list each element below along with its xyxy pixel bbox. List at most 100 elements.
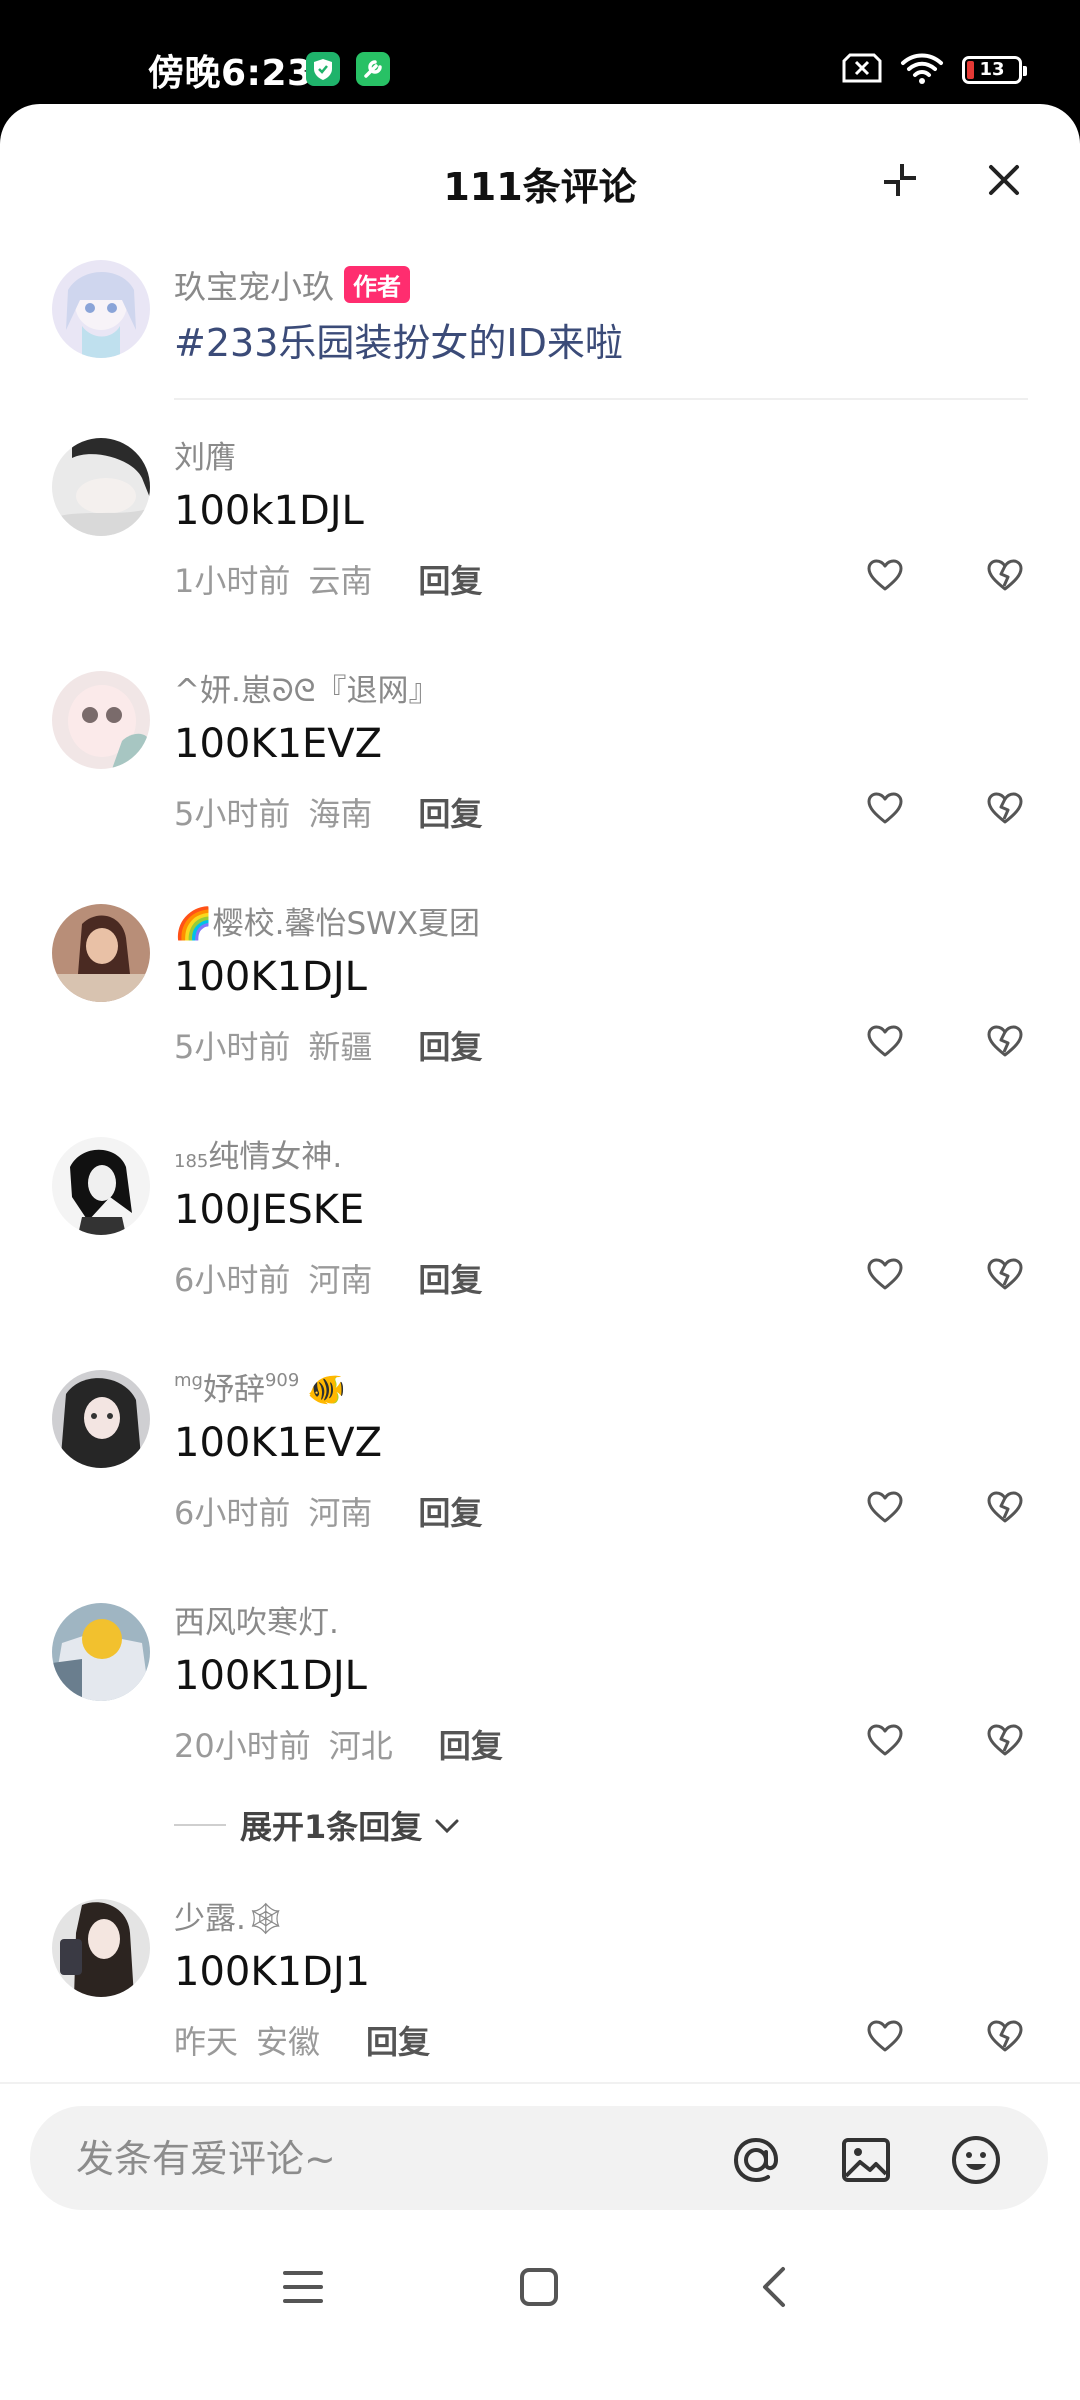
at-icon[interactable] xyxy=(728,2132,784,2188)
comment-location: 安徽 xyxy=(256,2023,321,2061)
reply-button[interactable]: 回复 xyxy=(418,1494,482,1532)
fish-emoji: 🐠 xyxy=(307,1372,346,1408)
comment-item[interactable]: 刘膺 100k1DJL 1小时前 云南 回复 xyxy=(52,438,1028,638)
expand-replies-button[interactable]: 展开1条回复 xyxy=(174,1800,462,1850)
comment-username[interactable]: 刘膺 xyxy=(174,432,236,477)
comment-time: 20小时前 xyxy=(174,1727,311,1765)
dislike-broken-heart-icon[interactable] xyxy=(980,2013,1030,2059)
username-text: 纯情女神. xyxy=(208,1139,343,1175)
comment-item[interactable]: ^妍.崽ᘐᘓ『退网』 100K1EVZ 5小时前 海南 回复 xyxy=(52,671,1028,871)
username-text: 妤辞 xyxy=(202,1372,265,1408)
comment-location: 河南 xyxy=(308,1494,373,1532)
close-icon[interactable] xyxy=(976,152,1032,208)
divider xyxy=(174,398,1028,400)
avatar[interactable] xyxy=(52,260,150,358)
comment-location: 河南 xyxy=(308,1261,373,1299)
collapse-icon[interactable] xyxy=(872,152,928,208)
comment-time: 1小时前 xyxy=(174,562,291,600)
comment-text: 100K1DJ1 xyxy=(174,1949,371,1995)
comment-item[interactable]: 西风吹寒灯. 100K1DJL 20小时前 河北 回复 xyxy=(52,1603,1028,1803)
comment-username[interactable]: 西风吹寒灯. xyxy=(174,1597,339,1642)
avatar[interactable] xyxy=(52,1137,150,1235)
comment-text: 100K1DJL xyxy=(174,954,367,1000)
comment-username[interactable]: ^妍.崽ᘐᘓ『退网』 xyxy=(174,665,439,710)
post-author-name-text: 玖宝宠小玖 xyxy=(174,268,335,306)
dislike-broken-heart-icon[interactable] xyxy=(980,552,1030,598)
comment-username[interactable]: 185纯情女神. xyxy=(174,1131,342,1176)
dislike-broken-heart-icon[interactable] xyxy=(980,1484,1030,1530)
comment-text: 100K1DJL xyxy=(174,1653,367,1699)
dislike-broken-heart-icon[interactable] xyxy=(980,1251,1030,1297)
reply-button[interactable]: 回复 xyxy=(366,2023,430,2061)
like-heart-icon[interactable] xyxy=(860,1717,910,1763)
comment-text: 100JESKE xyxy=(174,1187,365,1233)
reply-button[interactable]: 回复 xyxy=(418,1261,482,1299)
comment-location: 河北 xyxy=(328,1727,393,1765)
comment-meta: 6小时前 河南 回复 xyxy=(174,1488,482,1534)
author-tag-badge: 作者 xyxy=(344,266,411,303)
comment-input-pill xyxy=(30,2106,1048,2212)
like-heart-icon[interactable] xyxy=(860,1251,910,1297)
comment-location: 云南 xyxy=(308,562,373,600)
avatar[interactable] xyxy=(52,1899,150,1997)
reply-button[interactable]: 回复 xyxy=(418,1028,482,1066)
comment-username[interactable]: 🌈樱校.馨怡SWX夏团 xyxy=(174,898,480,943)
comment-time: 昨天 xyxy=(174,2023,239,2061)
dislike-broken-heart-icon[interactable] xyxy=(980,785,1030,831)
comment-location: 海南 xyxy=(308,795,373,833)
like-heart-icon[interactable] xyxy=(860,1484,910,1530)
comment-input-bar xyxy=(0,2082,1080,2216)
emoji-icon[interactable] xyxy=(948,2132,1004,2188)
comment-text: 100k1DJL xyxy=(174,488,364,534)
avatar[interactable] xyxy=(52,1370,150,1468)
post-author-name[interactable]: 玖宝宠小玖 作者 xyxy=(174,262,411,308)
menu-icon[interactable] xyxy=(268,2252,338,2322)
tool-app-icon xyxy=(356,52,390,86)
comment-item[interactable]: mg妤辞909 🐠 100K1EVZ 6小时前 河南 回复 xyxy=(52,1370,1028,1570)
reply-button[interactable]: 回复 xyxy=(439,1727,503,1765)
expand-line xyxy=(174,1824,226,1826)
dislike-broken-heart-icon[interactable] xyxy=(980,1018,1030,1064)
expand-replies-label: 展开1条回复 xyxy=(240,1808,423,1846)
author-post: 玖宝宠小玖 作者 #233乐园装扮女的ID来啦 xyxy=(52,260,1028,404)
avatar[interactable] xyxy=(52,1603,150,1701)
comment-time: 6小时前 xyxy=(174,1261,291,1299)
username-prefix: 185 xyxy=(174,1151,209,1172)
comment-username[interactable]: mg妤辞909 🐠 xyxy=(174,1364,346,1409)
comment-time: 5小时前 xyxy=(174,795,291,833)
avatar[interactable] xyxy=(52,904,150,1002)
like-heart-icon[interactable] xyxy=(860,2013,910,2059)
back-icon[interactable] xyxy=(740,2252,810,2322)
shield-app-icon xyxy=(306,52,340,86)
comment-item[interactable]: 少露.🕸 100K1DJ1 昨天 安徽 回复 xyxy=(52,1899,1028,2099)
comment-username[interactable]: 少露.🕸 xyxy=(174,1893,285,1938)
image-icon[interactable] xyxy=(838,2132,894,2188)
comment-meta: 6小时前 河南 回复 xyxy=(174,1255,482,1301)
comment-time: 6小时前 xyxy=(174,1494,291,1532)
rainbow-emoji: 🌈 xyxy=(174,906,213,942)
comment-input[interactable] xyxy=(74,2106,698,2212)
avatar[interactable] xyxy=(52,438,150,536)
comment-meta: 1小时前 云南 回复 xyxy=(174,556,482,602)
avatar[interactable] xyxy=(52,671,150,769)
comment-time: 5小时前 xyxy=(174,1028,291,1066)
home-icon[interactable] xyxy=(504,2252,574,2322)
dislike-broken-heart-icon[interactable] xyxy=(980,1717,1030,1763)
status-time: 傍晚6:23 xyxy=(148,53,313,94)
status-bar: 傍晚6:23 13 xyxy=(0,0,1080,104)
like-heart-icon[interactable] xyxy=(860,785,910,831)
chevron-down-icon xyxy=(422,1806,462,1844)
comments-sheet: 111条评论 玖宝宠小玖 作者 #233乐园装扮女的ID来啦 刘膺 100k1DJ… xyxy=(0,104,1080,2400)
post-hashtag-text[interactable]: #233乐园装扮女的ID来啦 xyxy=(174,312,623,367)
comment-item[interactable]: 🌈樱校.馨怡SWX夏团 100K1DJL 5小时前 新疆 回复 xyxy=(52,904,1028,1104)
reply-button[interactable]: 回复 xyxy=(418,562,482,600)
spiderweb-emoji: 🕸 xyxy=(245,1901,286,1937)
like-heart-icon[interactable] xyxy=(860,552,910,598)
battery-indicator: 13 xyxy=(962,56,1027,84)
reply-button[interactable]: 回复 xyxy=(418,795,482,833)
comment-location: 新疆 xyxy=(308,1028,373,1066)
like-heart-icon[interactable] xyxy=(860,1018,910,1064)
username-text: 樱校.馨怡SWX夏团 xyxy=(212,906,481,942)
system-navigation-bar xyxy=(0,2230,1080,2350)
comment-item[interactable]: 185纯情女神. 100JESKE 6小时前 河南 回复 xyxy=(52,1137,1028,1337)
